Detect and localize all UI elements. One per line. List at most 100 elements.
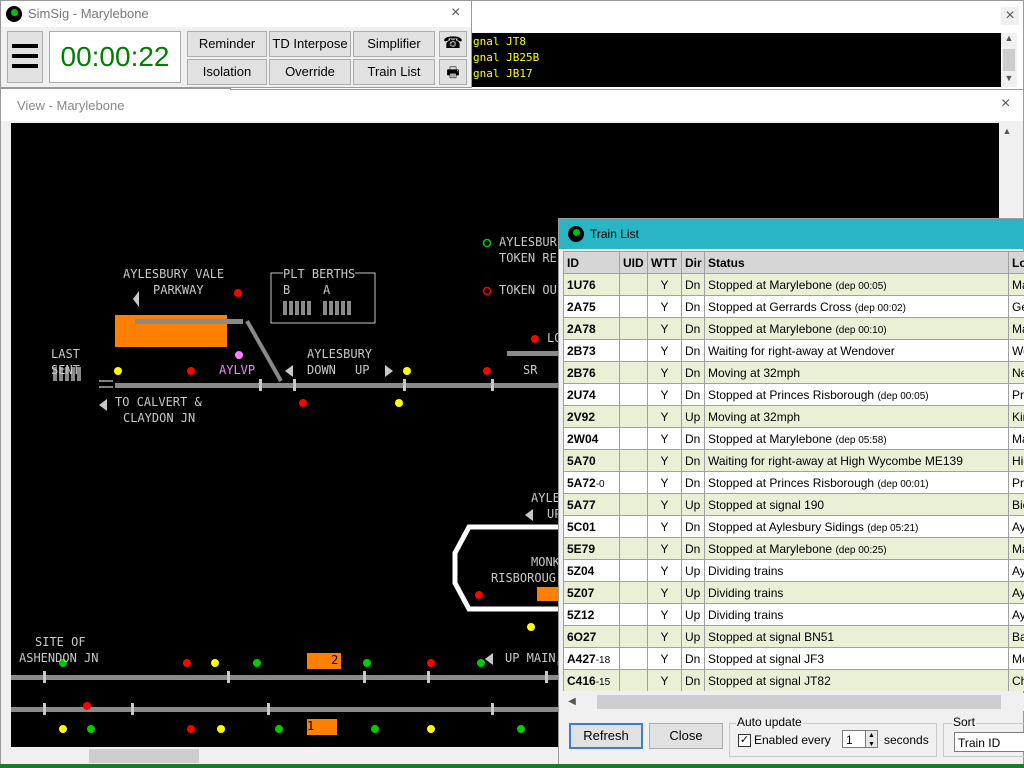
simplifier-button[interactable]: Simplifier [353, 31, 435, 57]
scroll-up-icon[interactable]: ▲ [1001, 33, 1017, 43]
status-cell: Waiting for right-away at High Wycombe M… [704, 449, 1009, 472]
column-header-status[interactable]: Status [704, 251, 1009, 274]
column-header-uid[interactable]: UID [619, 251, 648, 274]
wtt-cell: Y [647, 383, 682, 406]
arrow-right-icon [385, 365, 393, 377]
train-list-button[interactable]: Train List [353, 59, 435, 85]
interval-stepper[interactable]: ▲ ▼ [865, 730, 878, 748]
status-text: Waiting for right-away at Wendover [708, 343, 895, 358]
scroll-up-icon[interactable]: ▲ [999, 123, 1015, 139]
table-row[interactable]: 5Z12 YUpDividing trains Ayl [563, 603, 1024, 626]
scroll-down-icon[interactable]: ▼ [1001, 73, 1017, 83]
uid-cell [619, 427, 648, 450]
log-scrollbar[interactable]: ▲ ▼ [1001, 33, 1017, 87]
dir-cell: Dn [681, 515, 705, 538]
departure-time: (dep 00:02) [854, 302, 906, 314]
arrow-left-icon [485, 653, 493, 665]
location-cell: Pri [1008, 471, 1024, 494]
wtt-cell: Y [647, 427, 682, 450]
scroll-thumb[interactable] [597, 695, 1001, 709]
override-button[interactable]: Override [269, 59, 351, 85]
table-row[interactable]: A427-18 YDnStopped at signal JF3 Mo [563, 647, 1024, 670]
label-plt-a: A [323, 283, 331, 297]
status-cell: Moving at 32mph [704, 361, 1009, 384]
uid-cell [619, 625, 648, 648]
label-up-main: UP MAIN [505, 651, 556, 665]
uid-cell [619, 493, 648, 516]
main-window: SimSig - Marylebone × 00:00:22 Reminder … [0, 0, 472, 88]
isolation-button[interactable]: Isolation [187, 59, 267, 85]
train-id-suffix: -0 [595, 478, 605, 490]
enabled-checkbox[interactable]: ✓ [738, 734, 751, 747]
wtt-cell: Y [647, 339, 682, 362]
telephone-icon[interactable]: ☎ [439, 31, 467, 57]
table-row[interactable]: 1U76 Y Dn Stopped at Marylebone (dep 00:05)… [563, 273, 1024, 296]
table-row[interactable]: C416-15 YDnStopped at signal JT82 Ch [563, 669, 1024, 691]
table-row[interactable]: 5Z04 YUpDividing trains Ayl [563, 559, 1024, 582]
train-id-cell: 5A70 [563, 449, 620, 472]
table-row[interactable]: 2V92 YUpMoving at 32mph Kin [563, 405, 1024, 428]
location-cell: Kin [1008, 405, 1024, 428]
interval-input[interactable]: 1 [842, 730, 866, 748]
train-id-cell: 5A72-0 [563, 471, 620, 494]
hamburger-menu-icon[interactable] [7, 31, 43, 83]
status-text: Stopped at Princes Risborough [708, 475, 875, 490]
table-row[interactable]: 2A78 Y Dn Stopped at Marylebone (dep 00:10)… [563, 317, 1024, 340]
dir-cell: Up [681, 559, 705, 582]
view-window-titlebar[interactable]: View - Marylebone × [1, 89, 1023, 121]
column-header-dir[interactable]: Dir [681, 251, 705, 274]
table-row[interactable]: 6O27 YUpStopped at signal BN51 Ba [563, 625, 1024, 648]
wtt-cell: Y [647, 361, 682, 384]
main-window-titlebar[interactable]: SimSig - Marylebone × [1, 1, 471, 27]
location-cell: Ma [1008, 537, 1024, 560]
train-id-cell: A427-18 [563, 647, 620, 670]
sort-select[interactable]: Train ID [954, 732, 1024, 752]
label-plt-berths: PLT BERTHS [283, 267, 356, 281]
train-id-cell: 2A75 [563, 295, 620, 318]
table-row[interactable]: 5E79 Y Dn Stopped at Marylebone (dep 00:25)… [563, 537, 1024, 560]
scroll-thumb[interactable] [89, 749, 199, 763]
train-id-cell: 5Z07 [563, 581, 620, 604]
td-interpose-button[interactable]: TD Interpose [269, 31, 351, 57]
view-horizontal-scrollbar[interactable] [11, 747, 571, 765]
table-row[interactable]: 2W04 Y Dn Stopped at Marylebone (dep 05:58)… [563, 427, 1024, 450]
wtt-cell: Y [647, 493, 682, 516]
table-row[interactable]: 5A70 Y Dn Waiting for right-away at High Wy… [563, 449, 1024, 472]
app-logo-icon [6, 6, 22, 22]
table-row[interactable]: 5A77 YUpStopped at signal 190 Bic [563, 493, 1024, 516]
label-ashendon: ASHENDON JN [19, 651, 99, 665]
status-text: Stopped at Marylebone [708, 541, 833, 556]
table-row[interactable]: 2B73 Y Dn Waiting for right-away at Wendove… [563, 339, 1024, 362]
scroll-thumb[interactable] [1003, 49, 1015, 71]
column-header-location[interactable]: Lo [1008, 251, 1024, 274]
app-logo-icon [568, 226, 584, 242]
enabled-label[interactable]: Enabled every [754, 733, 831, 747]
label-to-calvert: TO CALVERT & [115, 395, 202, 409]
refresh-button[interactable]: Refresh [569, 723, 643, 749]
table-row[interactable]: 5C01 Y Dn Stopped at Aylesbury Sidings (dep… [563, 515, 1024, 538]
uid-cell [619, 537, 648, 560]
table-row[interactable]: 2A75 Y Dn Stopped at Gerrards Cross (dep 00… [563, 295, 1024, 318]
wtt-cell: Y [647, 559, 682, 582]
status-text: Stopped at Princes Risborough [708, 387, 875, 402]
table-row[interactable]: 2B76 YDnMoving at 32mph Ne [563, 361, 1024, 384]
train-list-titlebar[interactable]: Train List [559, 219, 1024, 249]
main-close-icon[interactable]: × [451, 4, 460, 22]
column-header-id[interactable]: ID [563, 251, 620, 274]
table-row[interactable]: 5A72-0 Y Dn Stopped at Princes Risborough (… [563, 471, 1024, 494]
train-id-cell: 5C01 [563, 515, 620, 538]
train-list-horizontal-scrollbar[interactable]: ◀ [563, 693, 1024, 711]
train-id: A427 [567, 651, 596, 666]
column-header-wtt[interactable]: WTT [647, 251, 682, 274]
printer-icon[interactable]: 🖶 [439, 59, 467, 85]
table-row[interactable]: 2U74 Y Dn Stopped at Princes Risborough (de… [563, 383, 1024, 406]
close-button[interactable]: Close [649, 723, 723, 749]
status-cell: Stopped at Aylesbury Sidings (dep 05:21) [704, 515, 1009, 538]
view-close-icon[interactable]: × [1001, 95, 1010, 113]
log-close-icon[interactable]: × [1001, 7, 1019, 25]
train-id-cell: 5E79 [563, 537, 620, 560]
table-row[interactable]: 5Z07 YUpDividing trains Ayl [563, 581, 1024, 604]
scroll-left-icon[interactable]: ◀ [563, 693, 581, 711]
reminder-button[interactable]: Reminder [187, 31, 267, 57]
uid-cell [619, 559, 648, 582]
